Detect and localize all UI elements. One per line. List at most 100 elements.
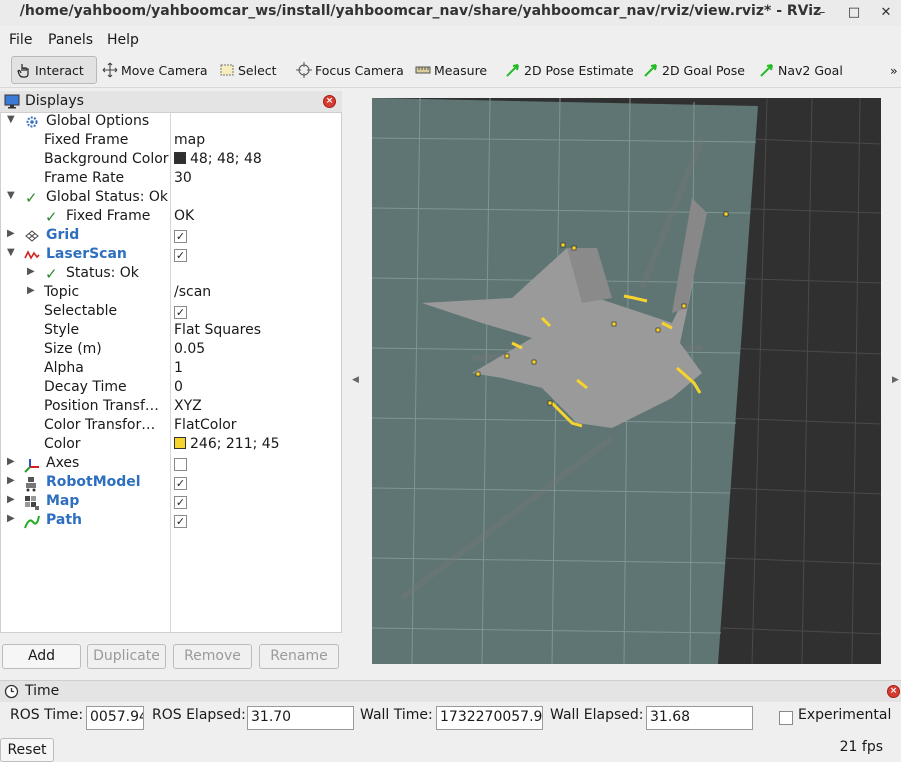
laserscan-enabled-checkbox[interactable]: ✓ (174, 249, 187, 262)
map-enabled-checkbox[interactable]: ✓ (174, 496, 187, 509)
pose-estimate-label: 2D Pose Estimate (524, 62, 634, 78)
reset-button[interactable]: Reset (0, 738, 54, 762)
wall-time-field[interactable]: 1732270057.94 (436, 706, 543, 730)
position-transformer-value[interactable]: XYZ (174, 398, 202, 414)
interact-tool-button[interactable]: Interact (11, 56, 97, 84)
focus-camera-tool-button[interactable]: Focus Camera (292, 56, 408, 84)
move-camera-tool-button[interactable]: Move Camera (98, 56, 212, 84)
tree-row-frame-rate[interactable]: Frame Rate 30 (1, 170, 341, 189)
size-value[interactable]: 0.05 (174, 341, 205, 357)
add-display-button[interactable]: Add (2, 644, 81, 669)
alpha-value[interactable]: 1 (174, 360, 183, 376)
color-swatch (174, 437, 186, 449)
grid-enabled-checkbox[interactable]: ✓ (174, 230, 187, 243)
tree-row-topic[interactable]: ▶ Topic /scan (1, 284, 341, 303)
frame-rate-value[interactable]: 30 (174, 170, 192, 186)
selectable-checkbox[interactable]: ✓ (174, 306, 187, 319)
maximize-button[interactable]: □ (845, 4, 863, 22)
tree-row-grid[interactable]: ▶ Grid ✓ (1, 227, 341, 246)
tree-row-laserscan[interactable]: ▼ LaserScan ✓ (1, 246, 341, 265)
expand-right-icon[interactable]: ▶ (7, 456, 15, 467)
tree-row-size[interactable]: Size (m) 0.05 (1, 341, 341, 360)
robotmodel-enabled-checkbox[interactable]: ✓ (174, 477, 187, 490)
goal-pose-tool-button[interactable]: 2D Goal Pose (639, 56, 749, 84)
tree-row-background-color[interactable]: Background Color 48; 48; 48 (1, 151, 341, 170)
nav2-goal-tool-button[interactable]: Nav2 Goal (755, 56, 847, 84)
row-name: Frame Rate (44, 170, 125, 186)
displays-panel-header: Displays × (0, 91, 342, 113)
robot-icon (24, 476, 40, 492)
collapse-left-icon[interactable]: ◀ (352, 375, 359, 385)
decay-time-value[interactable]: 0 (174, 379, 183, 395)
tree-row-alpha[interactable]: Alpha 1 (1, 360, 341, 379)
path-icon (24, 514, 40, 530)
green-arrow-icon (643, 62, 659, 78)
tree-row-style[interactable]: Style Flat Squares (1, 322, 341, 341)
rename-display-button[interactable]: Rename (259, 644, 339, 669)
expand-right-icon[interactable]: ▶ (7, 228, 15, 239)
map-icon (24, 495, 40, 511)
tree-row-global-status[interactable]: ▼ ✓ Global Status: Ok (1, 189, 341, 208)
tree-row-status-fixed-frame[interactable]: ✓ Fixed Frame OK (1, 208, 341, 227)
row-name: Fixed Frame (44, 132, 129, 148)
experimental-checkbox[interactable] (779, 711, 793, 725)
fixed-frame-value[interactable]: map (174, 132, 205, 148)
pose-estimate-tool-button[interactable]: 2D Pose Estimate (501, 56, 638, 84)
tree-row-global-options[interactable]: ▼ Global Options (1, 113, 341, 132)
color-swatch (174, 152, 186, 164)
tree-row-axes[interactable]: ▶ Axes (1, 455, 341, 474)
axes-enabled-checkbox[interactable] (174, 458, 187, 471)
tree-row-color-transformer[interactable]: Color Transfor… FlatColor (1, 417, 341, 436)
close-panel-icon[interactable]: × (887, 685, 900, 698)
tree-row-map[interactable]: ▶ Map ✓ (1, 493, 341, 512)
focus-camera-label: Focus Camera (315, 62, 404, 78)
tree-row-decay-time[interactable]: Decay Time 0 (1, 379, 341, 398)
row-name: Decay Time (44, 379, 127, 395)
selection-box-icon (219, 62, 235, 78)
tree-row-position-transformer[interactable]: Position Transf… XYZ (1, 398, 341, 417)
menu-panels[interactable]: Panels (48, 32, 93, 48)
select-tool-button[interactable]: Select (215, 56, 281, 84)
tree-row-path[interactable]: ▶ Path ✓ (1, 512, 341, 531)
collapse-right-icon[interactable]: ▶ (892, 375, 899, 385)
row-name: Style (44, 322, 80, 338)
expand-right-icon[interactable]: ▶ (7, 475, 15, 486)
render-viewport[interactable] (372, 98, 881, 664)
tree-row-color[interactable]: Color 246; 211; 45 (1, 436, 341, 455)
expand-right-icon[interactable]: ▶ (27, 266, 35, 277)
color-transformer-value[interactable]: FlatColor (174, 417, 237, 433)
measure-tool-button[interactable]: Measure (411, 56, 491, 84)
menu-help[interactable]: Help (107, 32, 139, 48)
toolbar-overflow-button[interactable]: » (886, 56, 901, 84)
tree-row-fixed-frame[interactable]: Fixed Frame map (1, 132, 341, 151)
color-value[interactable]: 246; 211; 45 (174, 436, 280, 452)
close-panel-icon[interactable]: × (323, 95, 336, 108)
window-titlebar: /home/yahboom/yahboomcar_ws/install/yahb… (0, 0, 901, 26)
duplicate-display-button[interactable]: Duplicate (87, 644, 166, 669)
expand-right-icon[interactable]: ▶ (27, 285, 35, 296)
tree-row-robotmodel[interactable]: ▶ RobotModel ✓ (1, 474, 341, 493)
ros-time-field[interactable]: 0057.94 (86, 706, 144, 730)
green-arrow-icon (505, 62, 521, 78)
background-color-value[interactable]: 48; 48; 48 (174, 151, 262, 167)
close-window-button[interactable]: ✕ (877, 4, 895, 22)
tree-row-selectable[interactable]: Selectable ✓ (1, 303, 341, 322)
expand-down-icon[interactable]: ▼ (7, 114, 15, 125)
wall-elapsed-field[interactable]: 31.68 (646, 706, 753, 730)
expand-down-icon[interactable]: ▼ (7, 190, 15, 201)
remove-display-button[interactable]: Remove (173, 644, 252, 669)
row-name: Map (46, 493, 80, 509)
minimize-button[interactable]: – (813, 4, 831, 22)
menu-file[interactable]: File (9, 32, 32, 48)
displays-tree: ▼ Global Options Fixed Frame map Backgro… (0, 113, 342, 633)
expand-right-icon[interactable]: ▶ (7, 494, 15, 505)
expand-down-icon[interactable]: ▼ (7, 247, 15, 258)
time-title: Time (25, 683, 60, 699)
topic-value[interactable]: /scan (174, 284, 211, 300)
tree-row-laserscan-status[interactable]: ▶ ✓ Status: Ok (1, 265, 341, 284)
path-enabled-checkbox[interactable]: ✓ (174, 515, 187, 528)
expand-right-icon[interactable]: ▶ (7, 513, 15, 524)
row-name: Color Transfor… (44, 417, 156, 433)
ros-elapsed-field[interactable]: 31.70 (247, 706, 354, 730)
style-value[interactable]: Flat Squares (174, 322, 261, 338)
